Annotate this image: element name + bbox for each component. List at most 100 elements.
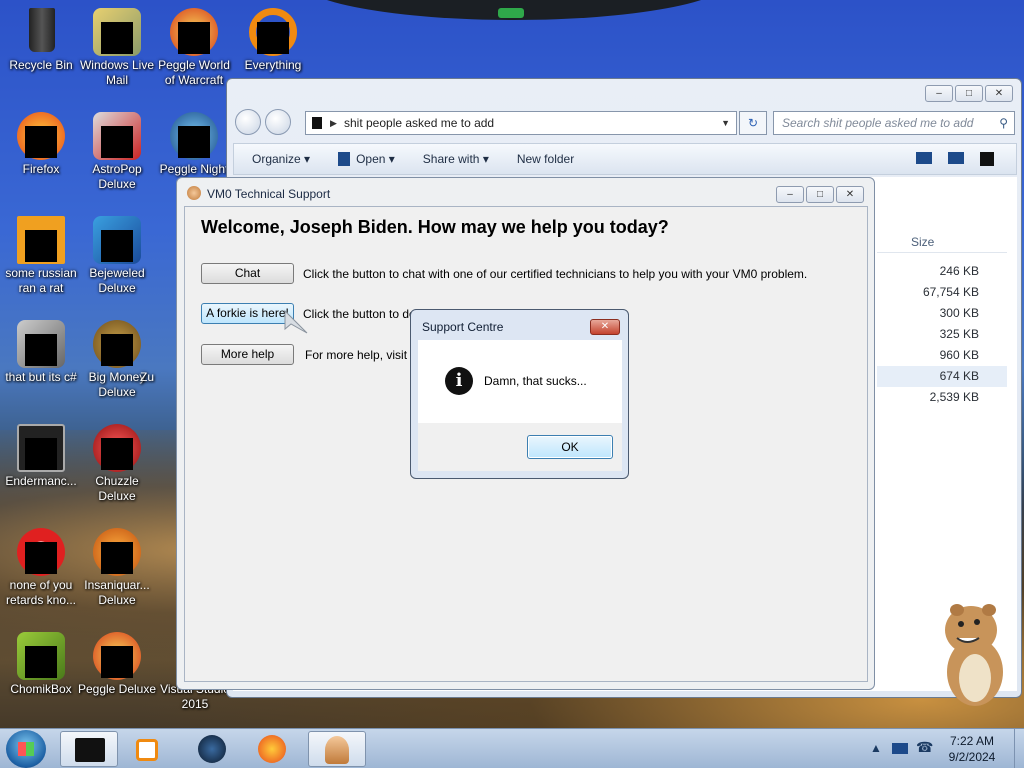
address-text: shit people asked me to add <box>344 116 495 130</box>
file-size: 246 KB <box>939 264 979 278</box>
open-icon <box>338 152 351 167</box>
everything-icon <box>249 8 297 56</box>
command-bar: Organize ▾ Open ▾ Share with ▾ New folde… <box>233 143 1017 175</box>
opera-icon <box>17 528 65 576</box>
open-menu[interactable]: Open ▾ <box>324 152 409 167</box>
desktop-icon-none-of-you[interactable]: none of you retards kno... <box>0 528 82 608</box>
share-with-menu[interactable]: Share with ▾ <box>409 152 503 166</box>
chuzzle-icon <box>93 424 141 472</box>
support-agent-icon <box>325 736 349 764</box>
taskbar-item-tech-support[interactable] <box>308 731 366 767</box>
new-folder-button[interactable]: New folder <box>503 152 588 166</box>
chevron-right-icon: ▶ <box>330 118 337 128</box>
desktop-icon-chuzzle[interactable]: Chuzzle Deluxe <box>76 424 158 504</box>
desktop-icon-label: ChomikBox <box>10 682 72 696</box>
chevron-down-icon[interactable]: ▼ <box>721 112 730 134</box>
peggle-nights-icon <box>170 112 218 160</box>
volume-icon[interactable]: ☎ <box>916 739 933 756</box>
dialog-title: Support Centre <box>422 320 504 334</box>
show-hidden-icons[interactable]: ▲ <box>870 741 882 755</box>
mouse-cursor-icon <box>284 309 308 334</box>
preview-pane-icon[interactable] <box>948 152 964 164</box>
bejeweled-icon <box>93 216 141 264</box>
chat-button[interactable]: Chat <box>201 263 294 284</box>
close-button[interactable]: ✕ <box>590 319 620 335</box>
ok-button[interactable]: OK <box>527 435 613 459</box>
folder-icon <box>17 320 65 368</box>
taskbar-item-browser[interactable] <box>184 731 242 767</box>
desktop-icon-label: Peggle Deluxe <box>77 682 157 696</box>
desktop-icon-that-but-its-csharp[interactable]: that but its c# <box>0 320 82 385</box>
desktop-icon-peggle-wow[interactable]: Peggle World of Warcraft <box>153 8 235 88</box>
close-button[interactable]: ✕ <box>836 186 864 203</box>
clock-date: 9/2/2024 <box>948 750 996 764</box>
clock-time: 7:22 AM <box>949 734 995 748</box>
chat-description: Click the button to chat with one of our… <box>303 267 808 281</box>
file-size: 674 KB <box>877 366 1007 387</box>
support-centre-dialog[interactable]: Support Centre ✕ i Damn, that sucks... O… <box>410 309 629 479</box>
dialog-message: Damn, that sucks... <box>484 374 587 388</box>
minimize-button[interactable]: – <box>925 85 953 102</box>
organize-menu[interactable]: Organize ▾ <box>234 152 324 166</box>
taskbar: ▲ ☎ 7:22 AM 9/2/2024 <box>0 728 1024 768</box>
forkie-button[interactable]: A forkie is here! <box>201 303 294 324</box>
file-size: 2,539 KB <box>929 390 979 404</box>
desktop-icon-label: Endermanc... <box>5 474 77 488</box>
peggle-icon <box>170 8 218 56</box>
explorer-taskbar-icon <box>75 738 105 762</box>
file-icon <box>17 216 65 264</box>
desktop-icon-endermanch[interactable]: Endermanc... <box>0 424 82 489</box>
desktop-icon-insaniquarium[interactable]: Insaniquar... Deluxe <box>76 528 158 608</box>
forward-button[interactable] <box>265 109 291 135</box>
desktop-icon-russian-rat[interactable]: some russian ran a rat <box>0 216 82 296</box>
explorer-window-controls: – □ ✕ <box>925 85 1013 102</box>
start-button[interactable] <box>6 730 46 768</box>
maximize-button[interactable]: □ <box>955 85 983 102</box>
windows-logo-icon <box>18 742 34 756</box>
desktop-icon-everything[interactable]: Everything <box>232 8 314 73</box>
search-input[interactable]: Search shit people asked me to add ⚲ <box>773 111 1015 135</box>
clock[interactable]: 7:22 AM 9/2/2024 <box>940 733 1004 765</box>
maximize-button[interactable]: □ <box>806 186 834 203</box>
desktop-icon-chomikbox[interactable]: ChomikBox <box>0 632 82 697</box>
back-button[interactable] <box>235 109 261 135</box>
desktop-icon-bejeweled[interactable]: Bejeweled Deluxe <box>76 216 158 296</box>
file-size: 300 KB <box>939 306 979 320</box>
column-header-size[interactable]: Size <box>877 231 1007 253</box>
desktop-icon-label: Windows Live Mail <box>79 58 155 87</box>
desktop-icon-peggle-nights[interactable]: Peggle Night <box>153 112 235 177</box>
insaniquarium-icon <box>93 528 141 576</box>
desktop-icon-label: Insaniquar... Deluxe <box>84 578 150 607</box>
desktop-icon-label: Peggle Night <box>159 162 229 176</box>
desktop-icon-firefox[interactable]: Firefox <box>0 112 82 177</box>
desktop-icon-recycle-bin[interactable]: Recycle Bin <box>0 8 82 73</box>
network-icon[interactable] <box>892 743 908 754</box>
dialog-body: i Damn, that sucks... <box>418 340 622 423</box>
taskbar-item-explorer[interactable] <box>60 731 118 767</box>
big-money-icon <box>93 320 141 368</box>
desktop-icon-label: Peggle World of Warcraft <box>158 58 230 87</box>
media-player-icon <box>136 739 158 761</box>
desktop-icon-astropop[interactable]: AstroPop Deluxe <box>76 112 158 192</box>
refresh-button[interactable]: ↻ <box>739 111 767 135</box>
desktop-icon-peggle-deluxe[interactable]: Peggle Deluxe <box>76 632 158 697</box>
taskbar-item-firefox[interactable] <box>244 731 302 767</box>
view-icon[interactable] <box>916 152 932 164</box>
address-bar[interactable]: ▶ shit people asked me to add ▼ <box>305 111 737 135</box>
desktop-icon-label: none of you retards kno... <box>5 578 77 607</box>
file-size: 325 KB <box>939 327 979 341</box>
show-desktop-button[interactable] <box>1014 729 1024 768</box>
desktop-icon-windows-live-mail[interactable]: Windows Live Mail <box>76 8 158 88</box>
more-help-button[interactable]: More help <box>201 344 294 365</box>
taskbar-item-media-player[interactable] <box>120 731 178 767</box>
firefox-icon <box>17 112 65 160</box>
recycle-bin-icon <box>17 8 65 56</box>
search-icon[interactable]: ⚲ <box>999 112 1008 134</box>
close-button[interactable]: ✕ <box>985 85 1013 102</box>
minimize-button[interactable]: – <box>776 186 804 203</box>
help-icon[interactable] <box>980 152 994 166</box>
firefox-icon <box>258 735 286 763</box>
support-agent-icon <box>187 186 201 200</box>
file-size: 960 KB <box>939 348 979 362</box>
peggle-deluxe-icon <box>93 632 141 680</box>
